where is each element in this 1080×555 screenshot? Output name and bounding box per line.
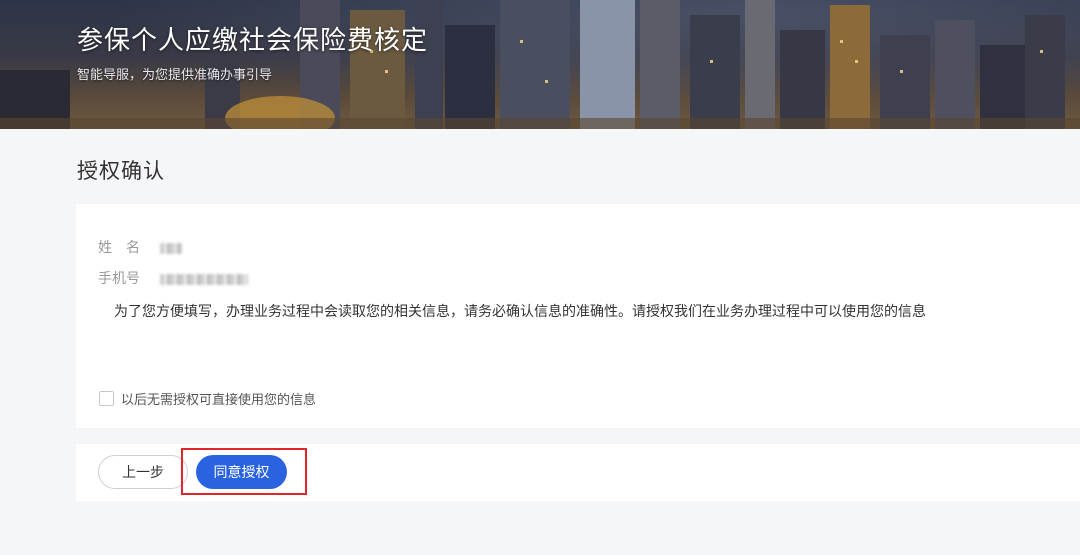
remember-authorization-row[interactable]: 以后无需授权可直接使用您的信息 xyxy=(99,389,316,408)
name-value-redacted xyxy=(160,242,182,254)
authorization-card: 姓 名 手机号 为了您方便填写，办理业务过程中会读取您的相关信息，请务必确认信息… xyxy=(76,204,1080,428)
remember-authorization-label[interactable]: 以后无需授权可直接使用您的信息 xyxy=(121,389,316,408)
name-label: 姓 名 xyxy=(98,240,140,256)
header-banner: 参保个人应缴社会保险费核定 智能导服，为您提供准确办事引导 xyxy=(0,0,1080,129)
phone-label: 手机号 xyxy=(98,271,140,287)
name-row: 姓 名 xyxy=(98,237,182,257)
phone-row: 手机号 xyxy=(98,268,248,288)
banner-subtitle: 智能导服，为您提供准确办事引导 xyxy=(77,68,273,83)
authorization-notice: 为了您方便填写，办理业务过程中会读取您的相关信息，请务必确认信息的准确性。请授权… xyxy=(114,304,926,320)
remember-authorization-checkbox[interactable] xyxy=(99,391,114,406)
page-title: 授权确认 xyxy=(77,159,165,183)
phone-value-redacted xyxy=(160,273,248,285)
previous-step-button[interactable]: 上一步 xyxy=(98,455,188,489)
highlight-annotation-box xyxy=(181,448,307,495)
banner-title: 参保个人应缴社会保险费核定 xyxy=(77,26,429,56)
